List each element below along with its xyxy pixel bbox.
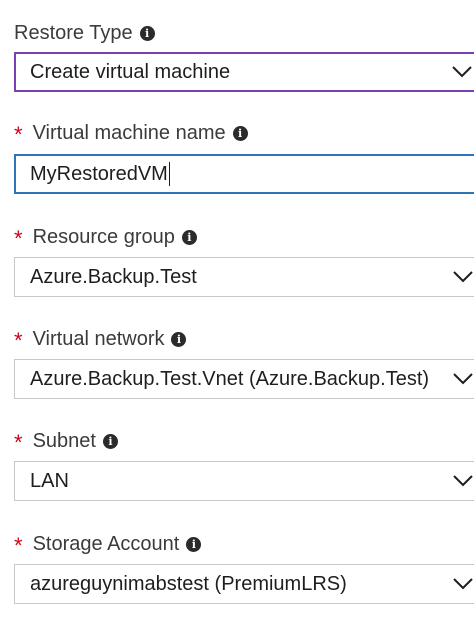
- storage-account-value: azureguynimabstest (PremiumLRS): [30, 572, 347, 595]
- virtual-network-label: Virtual network: [32, 327, 165, 350]
- chevron-down-icon: [452, 66, 472, 78]
- subnet-label-row: * Subnet i: [14, 426, 474, 456]
- subnet-label: Subnet: [32, 429, 96, 452]
- restore-type-value: Create virtual machine: [30, 60, 231, 83]
- field-virtual-network: * Virtual network i Azure.Backup.Test.Vn…: [14, 324, 474, 399]
- field-vm-name: * Virtual machine name i MyRestoredVM: [14, 118, 474, 194]
- info-icon[interactable]: i: [171, 331, 187, 347]
- vm-name-value: MyRestoredVM: [30, 162, 168, 185]
- restore-type-label: Restore Type: [14, 21, 133, 44]
- resource-group-label-row: * Resource group i: [14, 222, 474, 252]
- chevron-down-icon: [453, 373, 473, 385]
- subnet-select[interactable]: LAN: [14, 461, 474, 501]
- resource-group-select[interactable]: Azure.Backup.Test: [14, 257, 474, 297]
- storage-account-label-row: * Storage Account i: [14, 529, 474, 559]
- vm-name-label: Virtual machine name: [32, 121, 226, 144]
- chevron-down-icon: [453, 271, 473, 283]
- restore-type-label-row: Restore Type i: [14, 18, 474, 48]
- subnet-value: LAN: [30, 469, 69, 492]
- info-icon[interactable]: i: [139, 25, 155, 41]
- info-icon[interactable]: i: [232, 125, 248, 141]
- info-icon[interactable]: i: [102, 433, 118, 449]
- required-marker: *: [14, 226, 23, 251]
- vm-name-input[interactable]: MyRestoredVM: [14, 154, 474, 194]
- required-marker: *: [14, 430, 23, 455]
- resource-group-value: Azure.Backup.Test: [30, 265, 197, 288]
- virtual-network-value: Azure.Backup.Test.Vnet (Azure.Backup.Tes…: [30, 367, 430, 390]
- storage-account-label: Storage Account: [32, 532, 180, 555]
- field-resource-group: * Resource group i Azure.Backup.Test: [14, 222, 474, 297]
- virtual-network-select[interactable]: Azure.Backup.Test.Vnet (Azure.Backup.Tes…: [14, 359, 474, 399]
- info-icon[interactable]: i: [186, 536, 202, 552]
- info-icon[interactable]: i: [181, 229, 197, 245]
- required-marker: *: [14, 122, 23, 147]
- chevron-down-icon: [453, 475, 473, 487]
- chevron-down-icon: [453, 578, 473, 590]
- field-restore-type: Restore Type i Create virtual machine: [14, 18, 474, 92]
- text-caret: [168, 162, 170, 186]
- required-marker: *: [14, 533, 23, 558]
- vm-name-label-row: * Virtual machine name i: [14, 118, 474, 148]
- required-marker: *: [14, 328, 23, 353]
- field-subnet: * Subnet i LAN: [14, 426, 474, 501]
- restore-form: Restore Type i Create virtual machine * …: [0, 0, 474, 624]
- resource-group-label: Resource group: [32, 225, 175, 248]
- storage-account-select[interactable]: azureguynimabstest (PremiumLRS): [14, 564, 474, 604]
- restore-type-select[interactable]: Create virtual machine: [14, 52, 474, 92]
- virtual-network-label-row: * Virtual network i: [14, 324, 474, 354]
- field-storage-account: * Storage Account i azureguynimabstest (…: [14, 529, 474, 604]
